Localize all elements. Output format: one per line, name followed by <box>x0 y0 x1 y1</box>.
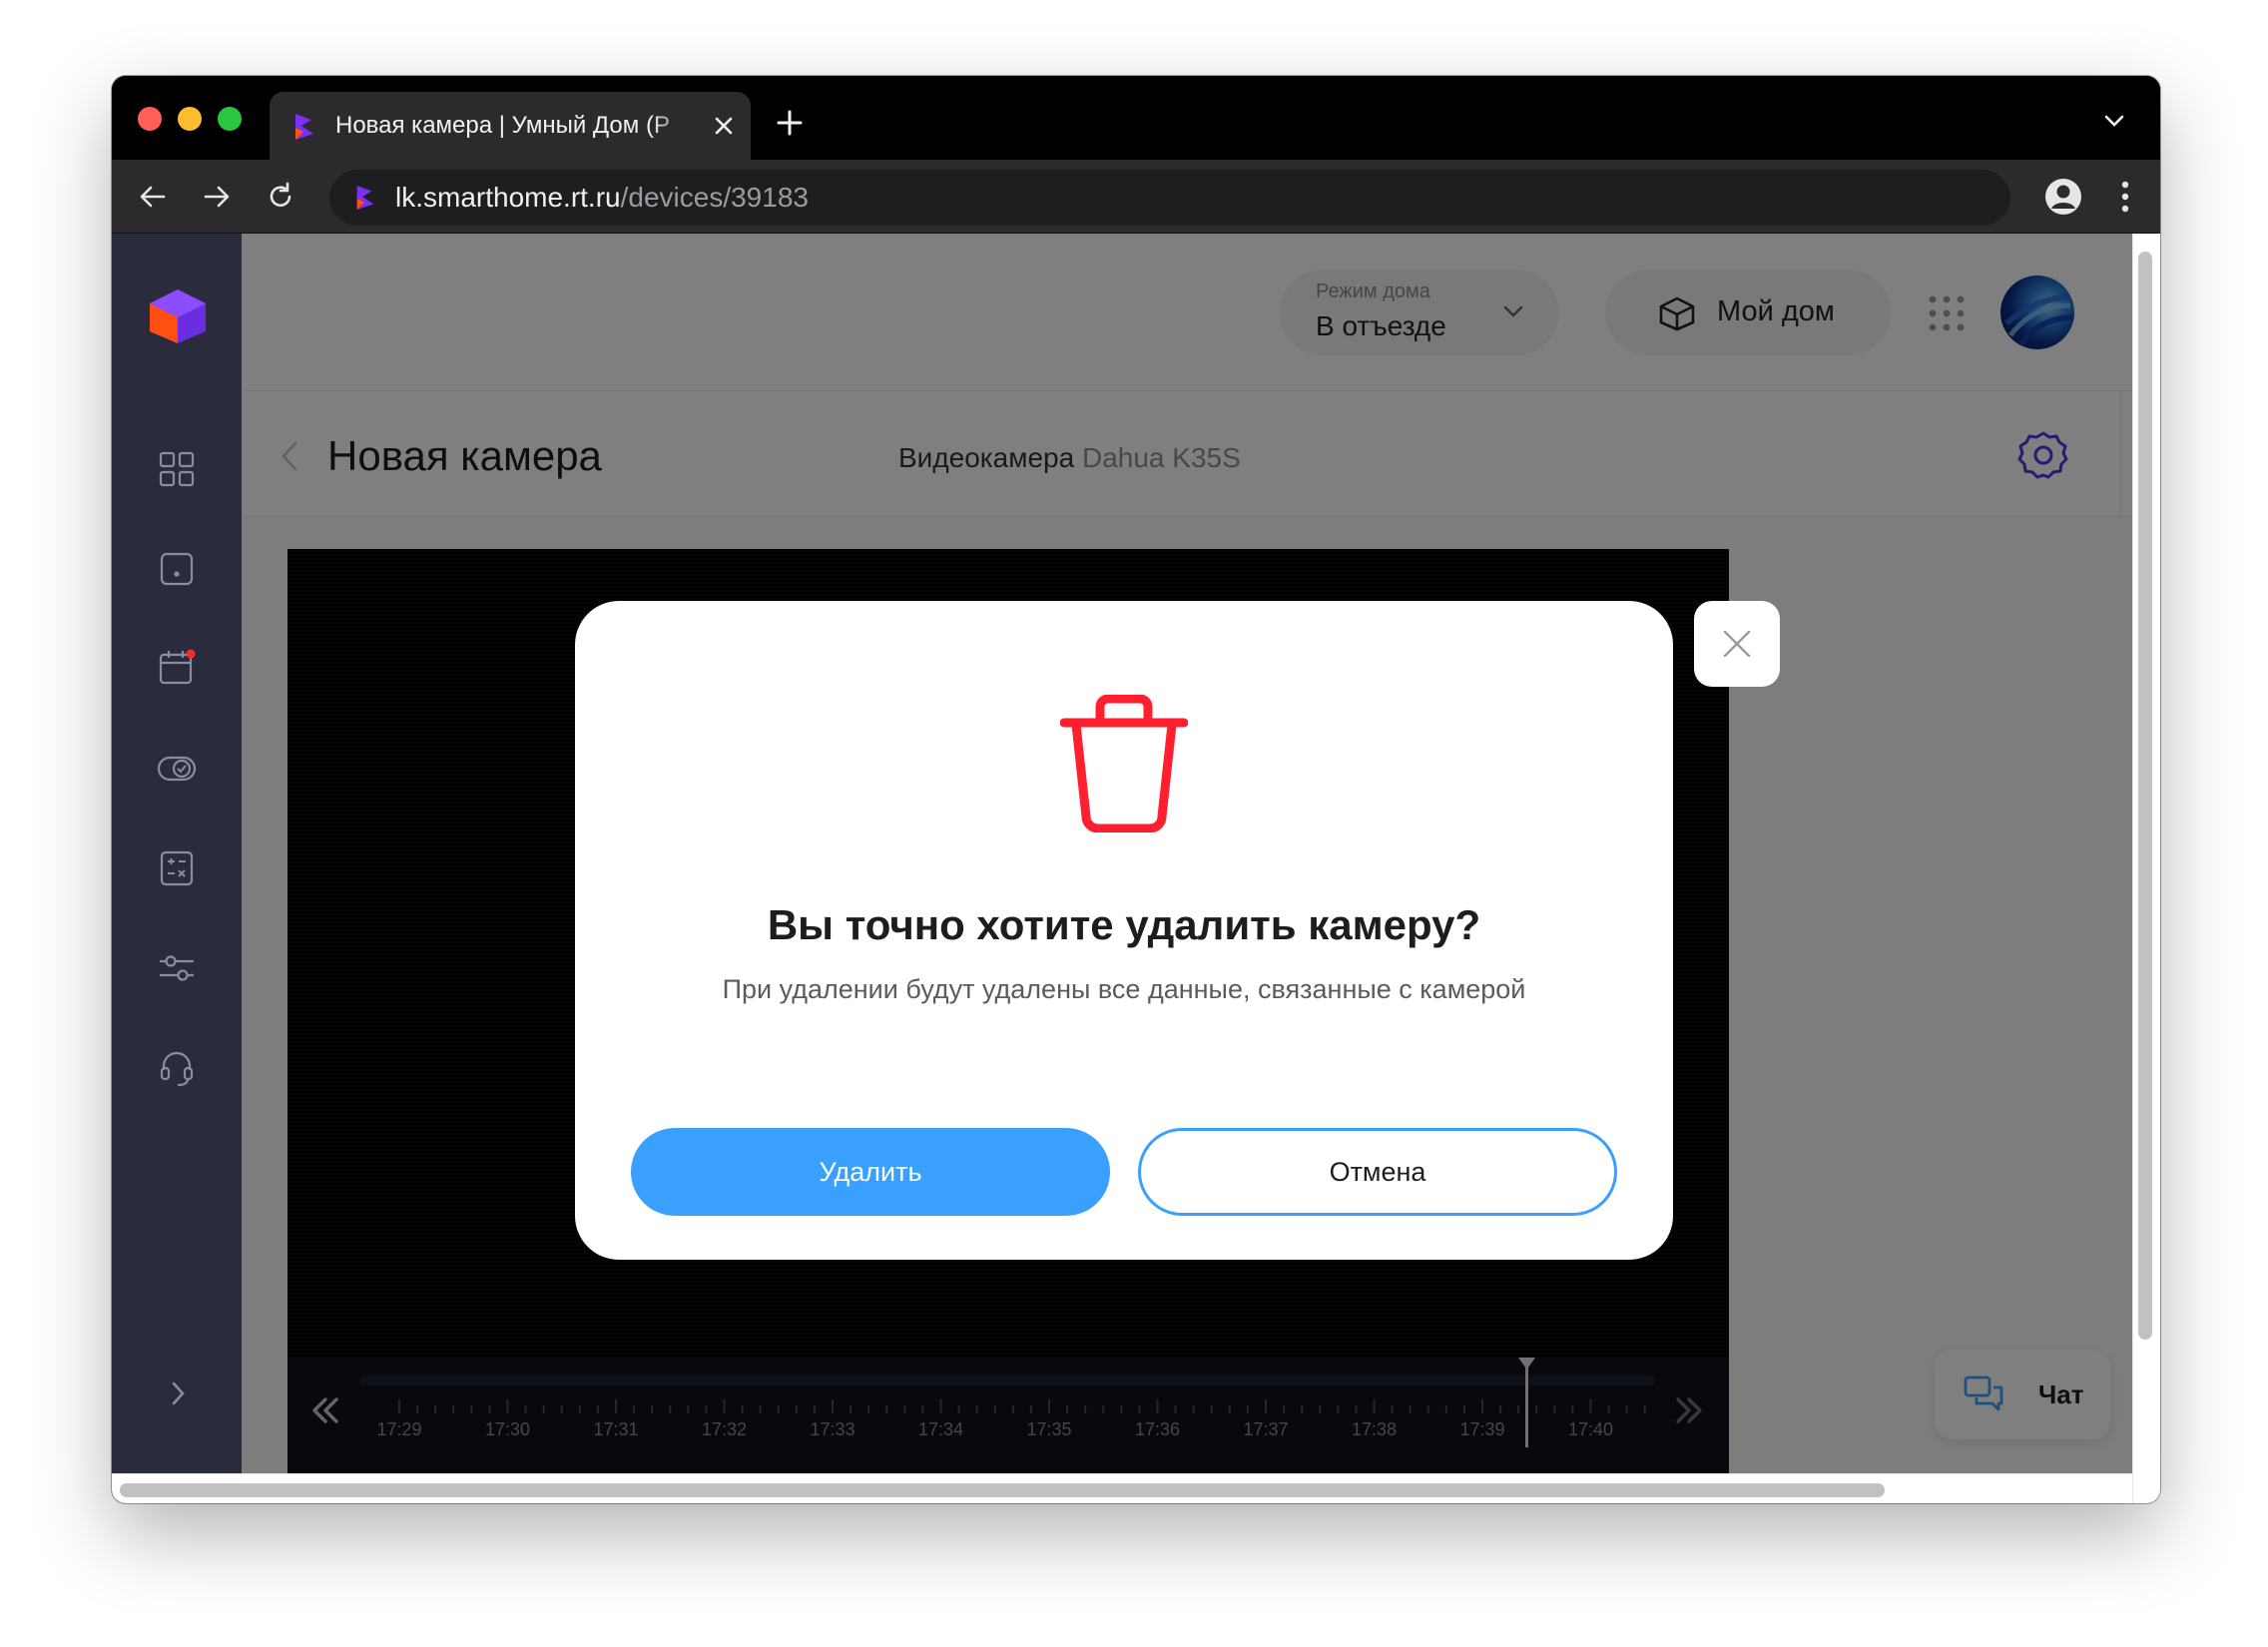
url-text: lk.smarthome.rt.ru/devices/39183 <box>395 184 809 212</box>
smarthome-logo-icon[interactable] <box>146 287 210 345</box>
delete-button[interactable]: Удалить <box>631 1128 1110 1216</box>
sliders-icon[interactable] <box>157 948 197 988</box>
scenarios-toggle-icon[interactable] <box>157 749 197 789</box>
tab-list-chevron-down-icon[interactable] <box>2102 112 2126 130</box>
browser-titlebar: Новая камера | Умный Дом (Р <box>112 76 2160 160</box>
address-bar[interactable]: lk.smarthome.rt.ru/devices/39183 <box>329 170 2010 226</box>
browser-menu-dots-icon[interactable] <box>2120 178 2130 216</box>
delete-camera-dialog: Вы точно хотите удалить камеру? При удал… <box>575 601 1673 1260</box>
close-icon <box>1723 630 1751 658</box>
back-arrow-icon[interactable] <box>138 182 168 212</box>
dashboard-grid-icon[interactable] <box>157 449 197 489</box>
tab-close-icon[interactable] <box>709 111 739 141</box>
minimize-window-button[interactable] <box>178 107 202 131</box>
dialog-close-button[interactable] <box>1694 601 1780 687</box>
dialog-title: Вы точно хотите удалить камеру? <box>767 901 1481 948</box>
calendar-events-icon[interactable] <box>157 647 197 687</box>
sidebar-expand-chevron-icon[interactable] <box>166 1379 190 1407</box>
rostelecom-favicon-icon <box>295 114 313 140</box>
browser-window: Новая камера | Умный Дом (Р lk.smarthome… <box>112 76 2160 1503</box>
support-headset-icon[interactable] <box>157 1048 197 1088</box>
url-path: /devices/39183 <box>620 182 809 213</box>
vertical-scrollbar[interactable] <box>2132 234 2160 1503</box>
browser-tab-active[interactable]: Новая камера | Умный Дом (Р <box>270 92 751 160</box>
profile-icon[interactable] <box>2044 178 2082 216</box>
calculator-icon[interactable] <box>157 848 197 888</box>
dialog-description: При удалении будут удалены все данные, с… <box>722 974 1526 1004</box>
browser-toolbar: lk.smarthome.rt.ru/devices/39183 <box>112 160 2160 234</box>
horizontal-scrollbar[interactable] <box>112 1473 2132 1503</box>
vertical-scrollbar-thumb[interactable] <box>2138 252 2152 1340</box>
new-tab-plus-icon[interactable] <box>775 108 805 138</box>
tab-title: Новая камера | Умный Дом (Р <box>335 112 670 139</box>
site-favicon-icon <box>356 186 374 210</box>
forward-arrow-icon[interactable] <box>202 182 232 212</box>
cancel-button[interactable]: Отмена <box>1138 1128 1617 1216</box>
web-page: Режим дома В отъезде Мой дом <box>112 234 2160 1503</box>
reload-icon[interactable] <box>266 182 295 212</box>
sidebar <box>112 234 242 1503</box>
trash-icon <box>1060 695 1188 832</box>
horizontal-scrollbar-thumb[interactable] <box>120 1483 1885 1497</box>
close-window-button[interactable] <box>138 107 162 131</box>
url-host: lk.smarthome.rt.ru <box>395 182 621 213</box>
device-icon[interactable] <box>157 549 197 589</box>
maximize-window-button[interactable] <box>218 107 242 131</box>
